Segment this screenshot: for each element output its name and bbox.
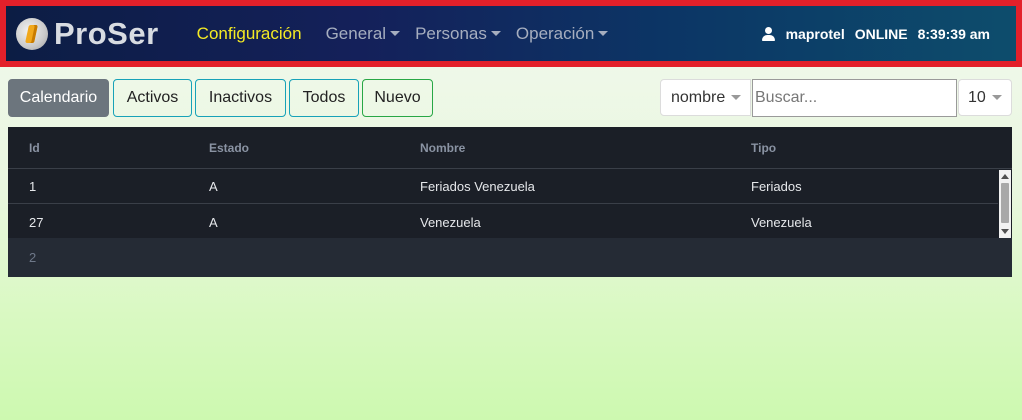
table-row[interactable]: 27 A Venezuela Venezuela (8, 205, 998, 239)
cell-id: 27 (29, 214, 44, 230)
logo-icon (16, 17, 48, 50)
table-row[interactable]: 1 A Feriados Venezuela Feriados (8, 170, 998, 204)
table-scrollbar[interactable] (999, 170, 1011, 238)
chevron-down-icon (731, 95, 742, 100)
column-header-estado[interactable]: Estado (209, 141, 249, 155)
cell-tipo: Venezuela (751, 214, 812, 230)
column-header-id[interactable]: Id (29, 141, 40, 155)
data-table: Id Estado Nombre Tipo 1 A Feriados Venez… (8, 127, 1012, 277)
nav-personas-label: Personas (415, 23, 487, 43)
search-field-value: nombre (671, 88, 726, 106)
nav-general-label: General (325, 23, 387, 43)
calendario-button[interactable]: Calendario (8, 79, 109, 117)
toolbar: Calendario Activos Inactivos Todos Nuevo… (8, 79, 1012, 117)
table-header: Id Estado Nombre Tipo (8, 127, 1012, 169)
status-badge: ONLINE (854, 25, 908, 42)
cell-nombre: Venezuela (420, 214, 481, 230)
cell-id: 1 (29, 179, 37, 194)
page-size-select[interactable]: 10 (958, 79, 1012, 116)
cell-estado: A (209, 179, 218, 194)
column-header-tipo[interactable]: Tipo (751, 141, 776, 155)
nav-operacion[interactable]: Operación (515, 23, 609, 44)
search-field-select[interactable]: nombre (660, 79, 751, 116)
nav-configuracion[interactable]: Configuración (197, 24, 302, 44)
activos-button[interactable]: Activos (113, 79, 192, 117)
username[interactable]: maprotel (786, 26, 845, 42)
inactivos-button[interactable]: Inactivos (195, 79, 286, 117)
todos-button[interactable]: Todos (289, 79, 359, 117)
chevron-down-icon (390, 31, 401, 36)
user-info: maprotel ONLINE 8:39:39 am (761, 25, 990, 42)
scrollbar-thumb[interactable] (1001, 183, 1009, 223)
table-footer: 2 (8, 238, 1012, 277)
scroll-up-icon[interactable] (1001, 174, 1009, 179)
column-header-nombre[interactable]: Nombre (420, 141, 465, 155)
app-name: ProSer (54, 15, 159, 51)
nav-general[interactable]: General (325, 23, 401, 44)
clock: 8:39:39 am (917, 25, 990, 42)
scroll-down-icon[interactable] (1001, 229, 1009, 234)
app-logo[interactable]: ProSer (16, 16, 159, 52)
cell-tipo: Feriados (751, 179, 802, 194)
record-count: 2 (29, 250, 37, 265)
user-icon[interactable] (761, 26, 775, 41)
cell-nombre: Feriados Venezuela (420, 179, 535, 194)
chevron-down-icon (490, 31, 501, 36)
chevron-down-icon (991, 95, 1002, 100)
main-nav: Configuración General Personas Operación (197, 24, 624, 44)
nav-operacion-label: Operación (515, 23, 595, 43)
nuevo-button[interactable]: Nuevo (362, 79, 433, 117)
chevron-down-icon (598, 31, 609, 36)
cell-estado: A (209, 214, 218, 230)
page-size-value: 10 (968, 88, 986, 106)
search-input[interactable] (752, 79, 957, 117)
navbar: ProSer Configuración General Personas Op… (0, 0, 1022, 67)
nav-personas[interactable]: Personas (415, 24, 501, 44)
